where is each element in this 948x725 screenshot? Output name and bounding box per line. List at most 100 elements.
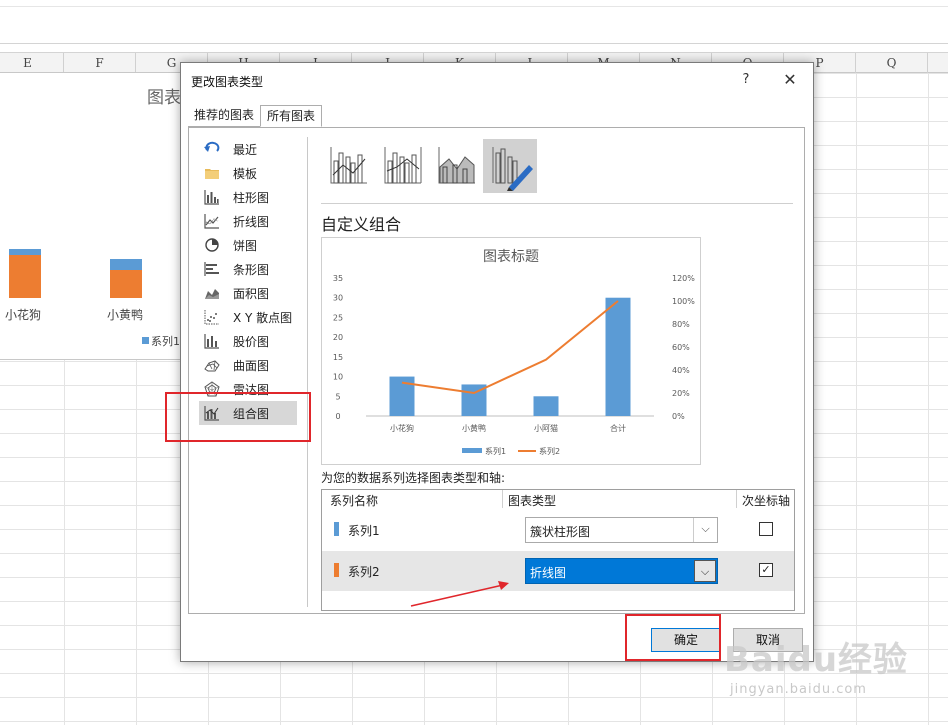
legend-swatch bbox=[462, 448, 482, 453]
embedded-chart[interactable]: 图表 小花狗 小黄鸭 系列1 bbox=[0, 72, 185, 360]
section-title: 自定义组合 bbox=[321, 215, 402, 234]
chart-type-dropdown[interactable]: 簇状柱形图 ⌵ bbox=[525, 517, 718, 543]
bar bbox=[389, 376, 415, 416]
bar bbox=[533, 396, 559, 416]
bar-chart-icon bbox=[204, 262, 219, 276]
help-button[interactable]: ? bbox=[736, 70, 756, 90]
watermark-url: jingyan.baidu.com bbox=[730, 682, 867, 697]
series-row: 系列1 簇状柱形图 ⌵ bbox=[322, 510, 794, 550]
y-tick-label: 5 bbox=[335, 392, 340, 401]
y-tick-label: 20 bbox=[333, 333, 343, 342]
baidu-watermark: Baidu经验 jingyan.baidu.com bbox=[724, 626, 924, 716]
series-line bbox=[401, 300, 619, 395]
watermark-text: Baidu经验 bbox=[724, 640, 909, 680]
chart-type-column[interactable]: 柱形图 bbox=[199, 185, 297, 209]
dropdown-value: 簇状柱形图 bbox=[530, 525, 591, 539]
line-chart-icon bbox=[204, 214, 219, 229]
pie-chart-icon bbox=[205, 238, 219, 252]
header-divider bbox=[502, 490, 503, 508]
highlight-combo-type bbox=[165, 392, 311, 442]
dropdown-value: 折线图 bbox=[530, 566, 567, 580]
chart-type-label: 柱形图 bbox=[233, 191, 270, 205]
area-chart-icon bbox=[205, 289, 219, 299]
x-tick-label: 合计 bbox=[610, 423, 626, 433]
category-label: 小花狗 bbox=[5, 308, 42, 322]
chart-type-recent[interactable]: 最近 bbox=[199, 137, 297, 161]
annotation-arrow bbox=[410, 581, 509, 607]
series-prompt: 为您的数据系列选择图表类型和轴: bbox=[321, 471, 506, 485]
list-divider bbox=[307, 137, 308, 607]
chart-type-scatter[interactable]: X Y 散点图 bbox=[199, 305, 297, 329]
legend-label: 系列1 bbox=[151, 335, 180, 348]
category-label: 小黄鸭 bbox=[107, 308, 144, 322]
chart-type-line[interactable]: 折线图 bbox=[199, 209, 297, 233]
y-tick-label: 35 bbox=[333, 274, 343, 283]
close-button[interactable]: ✕ bbox=[779, 69, 801, 91]
y-tick-label: 30 bbox=[333, 294, 343, 303]
series-color-swatch bbox=[334, 522, 339, 536]
chart-type-templates[interactable]: 模板 bbox=[199, 161, 297, 185]
bar bbox=[605, 297, 631, 416]
y2-tick-label: 80% bbox=[672, 320, 690, 329]
column-header-e[interactable]: E bbox=[0, 53, 64, 73]
y2-tick-label: 120% bbox=[672, 274, 695, 283]
column-header-series-name: 系列名称 bbox=[330, 494, 379, 508]
y-tick-label: 0 bbox=[335, 412, 340, 421]
x-tick-label: 小花狗 bbox=[390, 423, 414, 433]
chart-type-list: 最近 模板 柱形图 折线图 饼图 条形图 面积图 X Y 散点图 股价图 曲面图… bbox=[199, 137, 299, 425]
chart-type-label: 最近 bbox=[233, 143, 258, 157]
chart-bar-segment bbox=[110, 270, 142, 298]
chart-type-dropdown[interactable]: 折线图 ⌵ bbox=[525, 558, 718, 584]
chart-type-bar[interactable]: 条形图 bbox=[199, 257, 297, 281]
chart-type-pie[interactable]: 饼图 bbox=[199, 233, 297, 257]
chart-type-stock[interactable]: 股价图 bbox=[199, 329, 297, 353]
column-header-f[interactable]: F bbox=[64, 53, 136, 73]
folder-icon bbox=[205, 169, 219, 179]
tab-all-charts[interactable]: 所有图表 bbox=[260, 105, 323, 127]
chart-type-area[interactable]: 面积图 bbox=[199, 281, 297, 305]
chart-bar-segment bbox=[9, 255, 41, 298]
y2-tick-label: 40% bbox=[672, 366, 690, 375]
change-chart-type-dialog: 更改图表类型 ? ✕ 推荐的图表 所有图表 最近 模板 柱形图 折线图 饼图 条… bbox=[180, 62, 814, 662]
undo-icon bbox=[204, 141, 220, 152]
surface-chart-icon bbox=[204, 360, 220, 372]
y-tick-label: 15 bbox=[333, 353, 343, 362]
combo-custom-icon[interactable] bbox=[483, 139, 537, 193]
dialog-title: 更改图表类型 bbox=[191, 75, 264, 89]
ribbon-area bbox=[0, 0, 948, 44]
combo-clustered-column-line-icon[interactable] bbox=[321, 139, 375, 193]
chevron-down-icon[interactable]: ⌵ bbox=[694, 560, 716, 582]
chart-type-label: 曲面图 bbox=[233, 359, 270, 373]
combo-area-column-icon[interactable] bbox=[429, 139, 483, 193]
secondary-axis-checkbox[interactable] bbox=[759, 522, 773, 536]
column-header-q[interactable]: Q bbox=[856, 53, 928, 73]
chart-title: 图表标题 bbox=[483, 249, 539, 265]
y-tick-label: 25 bbox=[333, 313, 343, 322]
chart-type-label: 饼图 bbox=[233, 239, 258, 253]
chart-type-surface[interactable]: 曲面图 bbox=[199, 353, 297, 377]
chart-type-label: 条形图 bbox=[233, 263, 270, 277]
chevron-down-icon[interactable]: ⌵ bbox=[693, 518, 717, 542]
y2-tick-label: 100% bbox=[672, 297, 695, 306]
chart-bar-segment bbox=[110, 259, 142, 270]
column-header-secondary-axis: 次坐标轴 bbox=[742, 494, 791, 508]
legend-label: 系列2 bbox=[539, 446, 560, 456]
header-divider bbox=[736, 490, 737, 508]
subtype-divider bbox=[321, 203, 793, 204]
tab-recommended-charts[interactable]: 推荐的图表 bbox=[188, 105, 261, 127]
series-color-swatch bbox=[334, 563, 339, 577]
scatter-chart-icon bbox=[204, 310, 219, 325]
stock-chart-icon bbox=[204, 334, 219, 349]
legend-label: 系列1 bbox=[485, 446, 506, 456]
chart-type-label: 股价图 bbox=[233, 335, 270, 349]
y2-tick-label: 20% bbox=[672, 389, 690, 398]
preview-chart: 图表标题 0 5 10 15 20 25 30 35 0% 20% 40% 60% 80% 100% 120%… bbox=[333, 249, 695, 456]
column-header-chart-type: 图表类型 bbox=[508, 494, 557, 508]
chart-type-label: 折线图 bbox=[233, 215, 270, 229]
embedded-chart-title: 图表 bbox=[147, 88, 181, 108]
series-name: 系列1 bbox=[348, 524, 380, 538]
y-tick-label: 10 bbox=[333, 373, 343, 382]
y2-tick-label: 0% bbox=[672, 412, 685, 421]
combo-column-line-secondary-icon[interactable] bbox=[375, 139, 429, 193]
secondary-axis-checkbox[interactable]: ✓ bbox=[759, 563, 773, 577]
